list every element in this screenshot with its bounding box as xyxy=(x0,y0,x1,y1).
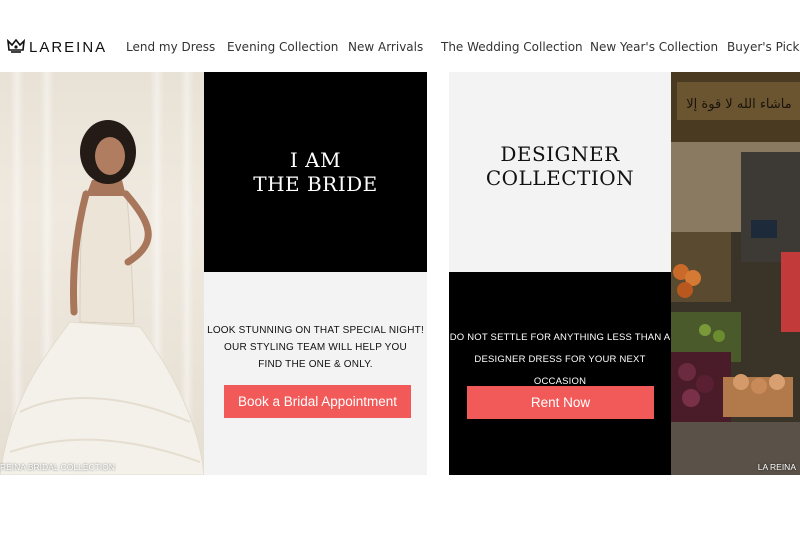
designer-title-line-1: DESIGNER xyxy=(500,142,620,166)
crown-logo-icon xyxy=(6,38,26,53)
bride-title: I AM THE BRIDE xyxy=(253,148,378,196)
bride-panel-copy: LOOK STUNNING ON THAT SPECIAL NIGHT! OUR… xyxy=(204,322,427,373)
designer-cta-panel: DO NOT SETTLE FOR ANYTHING LESS THAN A D… xyxy=(449,272,671,475)
bride-copy-line-2: OUR STYLING TEAM WILL HELP YOU xyxy=(224,342,407,353)
designer-title-panel: DESIGNER COLLECTION xyxy=(449,72,671,272)
book-bridal-appointment-button[interactable]: Book a Bridal Appointment xyxy=(224,385,411,418)
brand-name: LAREINA xyxy=(29,38,108,56)
designer-panel-copy: DO NOT SETTLE FOR ANYTHING LESS THAN A D… xyxy=(449,327,671,393)
nav-item-buyers-picks[interactable]: Buyer's Picks xyxy=(727,40,800,54)
rent-now-button[interactable]: Rent Now xyxy=(467,386,654,419)
brand-logo[interactable]: LAREINA xyxy=(6,37,107,57)
bride-title-line-1: I AM xyxy=(289,148,342,172)
market-sign-text: ماشاء الله لا قوة إلا xyxy=(686,97,791,112)
bride-copy-line-1: LOOK STUNNING ON THAT SPECIAL NIGHT! xyxy=(207,325,424,336)
hero-grid: REINA BRIDAL COLLECTION I AM THE BRIDE L… xyxy=(0,72,800,475)
bride-copy-line-3: FIND THE ONE & ONLY. xyxy=(258,359,373,370)
bride-photo[interactable]: REINA BRIDAL COLLECTION xyxy=(0,72,204,475)
nav-item-new-years-collection[interactable]: New Year's Collection xyxy=(590,40,718,54)
designer-title: DESIGNER COLLECTION xyxy=(486,142,634,190)
nav-item-evening-collection[interactable]: Evening Collection xyxy=(227,40,338,54)
bride-cta-panel: LOOK STUNNING ON THAT SPECIAL NIGHT! OUR… xyxy=(204,272,427,475)
site-header: LAREINA Lend my Dress Evening Collection… xyxy=(0,0,800,73)
panel-gap xyxy=(427,72,449,475)
designer-title-line-2: COLLECTION xyxy=(485,166,635,190)
market-photo[interactable]: ماشاء الله لا قوة إلا LA REINA xyxy=(671,72,800,475)
nav-item-wedding-collection[interactable]: The Wedding Collection xyxy=(441,40,583,54)
market-photo-caption: LA REINA xyxy=(757,462,796,472)
designer-copy-line-1: DO NOT SETTLE FOR ANYTHING LESS THAN A xyxy=(449,332,671,343)
bride-photo-caption: REINA BRIDAL COLLECTION xyxy=(0,462,115,472)
nav-item-lend-my-dress[interactable]: Lend my Dress xyxy=(126,40,215,54)
market-scene-illustration: ماشاء الله لا قوة إلا xyxy=(671,72,800,475)
bride-figure-illustration xyxy=(0,120,204,475)
bride-title-line-2: THE BRIDE xyxy=(253,172,378,196)
nav-item-new-arrivals[interactable]: New Arrivals xyxy=(348,40,423,54)
bride-title-panel: I AM THE BRIDE xyxy=(204,72,427,272)
